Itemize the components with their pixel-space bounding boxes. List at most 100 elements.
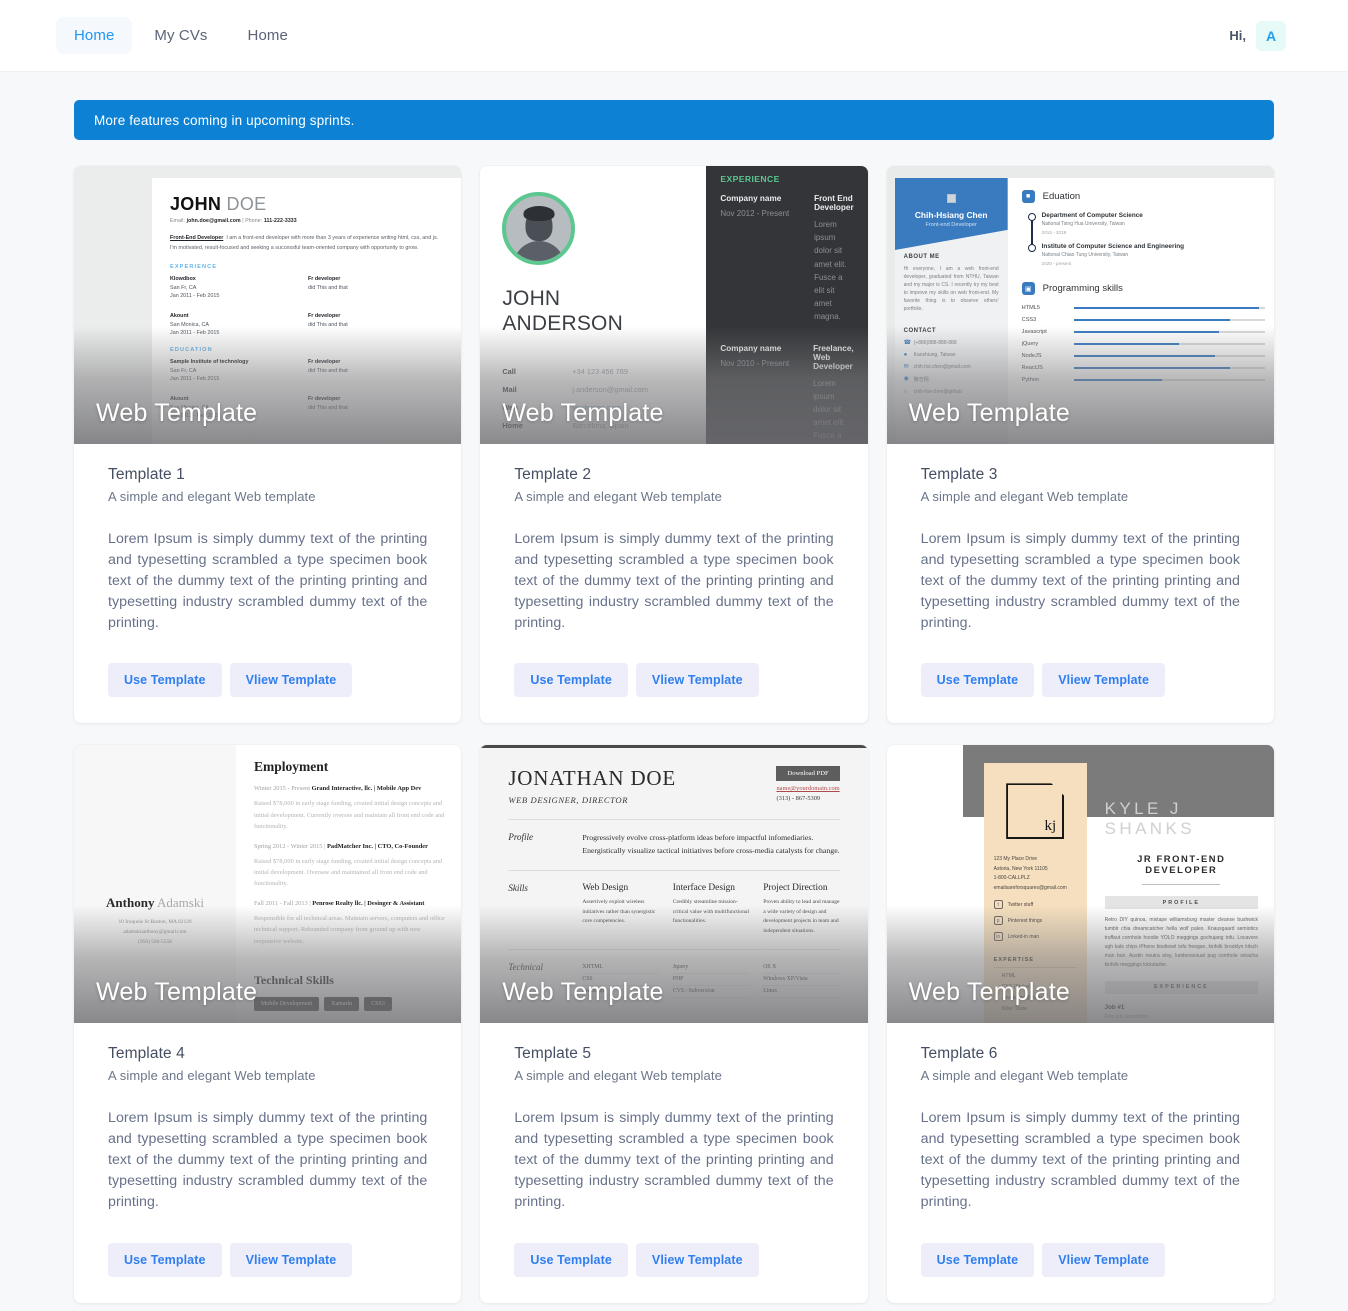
- template-card[interactable]: JONATHAN DOE WEB DESIGNER, DIRECTOR Down…: [480, 745, 868, 1303]
- template-card[interactable]: kj 123 My Place Drive Astoria, New York …: [886, 745, 1274, 1303]
- preview-phone: (313) - 867-5309: [776, 795, 821, 803]
- preview-job-desc: Raised $78,000 in early stage funding, c…: [254, 800, 445, 831]
- template-grid: JOHN DOE Email: john.doe@gmail.com | Pho…: [74, 166, 1274, 1303]
- template-preview-thumbnail[interactable]: JOHN DOE Email: john.doe@gmail.com | Pho…: [74, 166, 462, 444]
- view-template-button[interactable]: Vliew Template: [635, 1242, 759, 1277]
- preview-job-meta: Winter 2015 - Present Grand Interactive,…: [254, 785, 422, 793]
- card-title: Template 1: [108, 466, 185, 483]
- info-banner: More features coming in upcoming sprints…: [74, 100, 1274, 140]
- template-card[interactable]: Chih-Hsiang Chen Front-end Developer ABO…: [886, 166, 1274, 724]
- preview-technical-label: Technical: [508, 961, 543, 972]
- card-subtitle: A simple and elegant Web template: [920, 489, 1129, 504]
- card-body: Template 6 A simple and elegant Web temp…: [887, 1023, 1274, 1302]
- view-template-button[interactable]: Vliew Template: [1042, 663, 1165, 698]
- preview-render-template-6: kj 123 My Place Drive Astoria, New York …: [886, 745, 1274, 1024]
- card-title: Template 4: [108, 1045, 185, 1063]
- card-description: Lorem Ipsum is simply dummy text of the …: [514, 1110, 834, 1210]
- nav-item-home-2[interactable]: Home: [230, 17, 306, 54]
- view-template-button[interactable]: Vliew Template: [229, 663, 353, 698]
- preview-expertise-item: Javascript (jQuery): [1001, 995, 1046, 1002]
- nav-right-group: Hi, A: [1229, 20, 1286, 51]
- preview-role: WEB DESIGNER, DIRECTOR: [508, 795, 629, 806]
- template-card[interactable]: Anthony Adamski 10 Iroquois St Boston, M…: [74, 745, 462, 1303]
- preview-education-entry: Institute of Computer Science and Engine…: [1027, 243, 1265, 266]
- mail-icon: ✉: [903, 363, 909, 370]
- info-banner-text: More features coming in upcoming sprints…: [94, 112, 355, 128]
- preview-job-title: Job #1: [1104, 1003, 1125, 1011]
- use-template-button[interactable]: Use Template: [108, 663, 222, 698]
- phone-icon: ☎: [903, 339, 912, 346]
- preview-employment-head: Employment: [254, 759, 329, 775]
- view-template-button[interactable]: Vliew Template: [635, 663, 759, 698]
- preview-profile-text: Progressively evolve cross-platform idea…: [582, 833, 840, 856]
- template-preview-thumbnail[interactable]: JONATHAN DOE WEB DESIGNER, DIRECTOR Down…: [480, 745, 868, 1024]
- card-actions: Use Template Vliew Template: [108, 663, 427, 698]
- education-icon: ■: [1021, 190, 1035, 203]
- preview-name: JOHN DOE: [170, 194, 267, 214]
- preview-job-meta: Spring 2012 - Winter 2015 | PadMatcher I…: [254, 842, 428, 850]
- preview-intro: Front-End Developer I am a front-end dev…: [170, 235, 439, 251]
- preview-contact-head: CONTACT: [903, 327, 937, 334]
- template-card[interactable]: JOHN ANDERSON Call +34 123 456 789 Mail j.a…: [480, 166, 868, 724]
- template-preview-thumbnail[interactable]: JOHN ANDERSON Call +34 123 456 789 Mail j.a…: [480, 166, 868, 444]
- preview-expertise-item: CSS (Stylus): [1001, 984, 1032, 991]
- preview-experience-head: EXPERIENCE: [1104, 980, 1258, 994]
- preview-render-template-2: JOHN ANDERSON Call +34 123 456 789 Mail j.a…: [480, 166, 868, 444]
- preview-render-template-3: Chih-Hsiang Chen Front-end Developer ABO…: [886, 166, 1274, 444]
- template-preview-thumbnail[interactable]: Anthony Adamski 10 Iroquois St Boston, M…: [74, 745, 462, 1024]
- use-template-button[interactable]: Use Template: [920, 663, 1035, 698]
- preview-job-desc: Raised $78,000 in early stage funding, c…: [254, 857, 443, 888]
- preview-entry: Akount San Monica, CA Jan 2011 - Feb 2015 …: [170, 313, 348, 336]
- preview-education-head: Eduation: [1042, 191, 1081, 202]
- preview-job-sub: First job description: [1104, 1013, 1149, 1020]
- facebook-icon: ◉: [903, 376, 909, 383]
- preview-contact-block: 10 Iroquois St Boston, MA 02120 adamskia…: [118, 919, 192, 946]
- nav-links: Home My CVs Home: [56, 17, 306, 54]
- preview-skills-label: Skills: [508, 883, 528, 894]
- card-actions: Use Template Vliew Template: [920, 663, 1240, 698]
- page-content: More features coming in upcoming sprints…: [0, 100, 1348, 1303]
- card-subtitle: A simple and elegant Web template: [514, 489, 722, 504]
- template-preview-thumbnail[interactable]: Chih-Hsiang Chen Front-end Developer ABO…: [886, 166, 1274, 444]
- nav-item-my-cvs[interactable]: My CVs: [136, 17, 225, 54]
- preview-job-desc: Responsible for all technical areas. Mai…: [254, 914, 445, 945]
- preview-entry: Klowdbox San Fr, CA Jan 2011 - Feb 2015 Fr…: [170, 276, 348, 299]
- avatar[interactable]: A: [1256, 20, 1286, 51]
- nav-item-home[interactable]: Home: [56, 17, 133, 54]
- card-actions: Use Template Vliew Template: [920, 1242, 1240, 1277]
- preview-name: KYLE J SHANKS: [1104, 799, 1195, 839]
- preview-section-education: EDUCATION: [170, 347, 213, 353]
- use-template-button[interactable]: Use Template: [920, 1242, 1035, 1277]
- view-template-button[interactable]: Vliew Template: [229, 1242, 353, 1277]
- use-template-button[interactable]: Use Template: [514, 1242, 628, 1277]
- preview-expertise-item: Killer Taste: [1001, 1006, 1027, 1013]
- broken-image-icon: [946, 194, 956, 203]
- preview-section-experience: EXPERIENCE: [720, 174, 780, 184]
- card-title: Template 2: [514, 466, 592, 483]
- preview-avatar-photo: [502, 192, 576, 265]
- preview-contact-line: Email: john.doe@gmail.com | Phone: 111-2…: [170, 218, 297, 224]
- preview-job: Company name Nov 2010 - Present Freelance…: [720, 343, 854, 441]
- preview-skill-bars: HTML5 CSS3 Javascript jQuery NodeJS Reac…: [1022, 305, 1265, 383]
- template-card[interactable]: JOHN DOE Email: john.doe@gmail.com | Pho…: [74, 166, 462, 724]
- card-body: Template 5 A simple and elegant Web temp…: [480, 1023, 867, 1302]
- card-title: Template 5: [514, 1045, 592, 1063]
- card-body: Template 3 A simple and elegant Web temp…: [887, 444, 1274, 723]
- preview-name: Anthony Adamski: [106, 895, 204, 911]
- preview-profile-head: PROFILE: [1104, 896, 1258, 910]
- view-template-button[interactable]: Vliew Template: [1042, 1242, 1165, 1277]
- template-preview-thumbnail[interactable]: kj 123 My Place Drive Astoria, New York …: [886, 745, 1274, 1024]
- preview-name: JOHN ANDERSON: [502, 287, 623, 335]
- github-icon: ○: [903, 388, 908, 395]
- preview-skills-head: Programming skills: [1042, 283, 1123, 294]
- use-template-button[interactable]: Use Template: [514, 663, 628, 698]
- use-template-button[interactable]: Use Template: [108, 1242, 222, 1277]
- card-description: Lorem Ipsum is simply dummy text of the …: [514, 531, 834, 631]
- preview-role: JR FRONT-END DEVELOPER: [1137, 853, 1226, 876]
- preview-profile-text: Retro DIY quinoa, mixtape williamsburg m…: [1104, 917, 1258, 968]
- card-description: Lorem Ipsum is simply dummy text of the …: [920, 1110, 1240, 1210]
- monogram-logo: kj: [1006, 783, 1065, 840]
- greeting-text: Hi,: [1229, 28, 1246, 43]
- preview-expertise-item: HTML: [1001, 973, 1016, 980]
- preview-profile-label: Profile: [508, 832, 533, 843]
